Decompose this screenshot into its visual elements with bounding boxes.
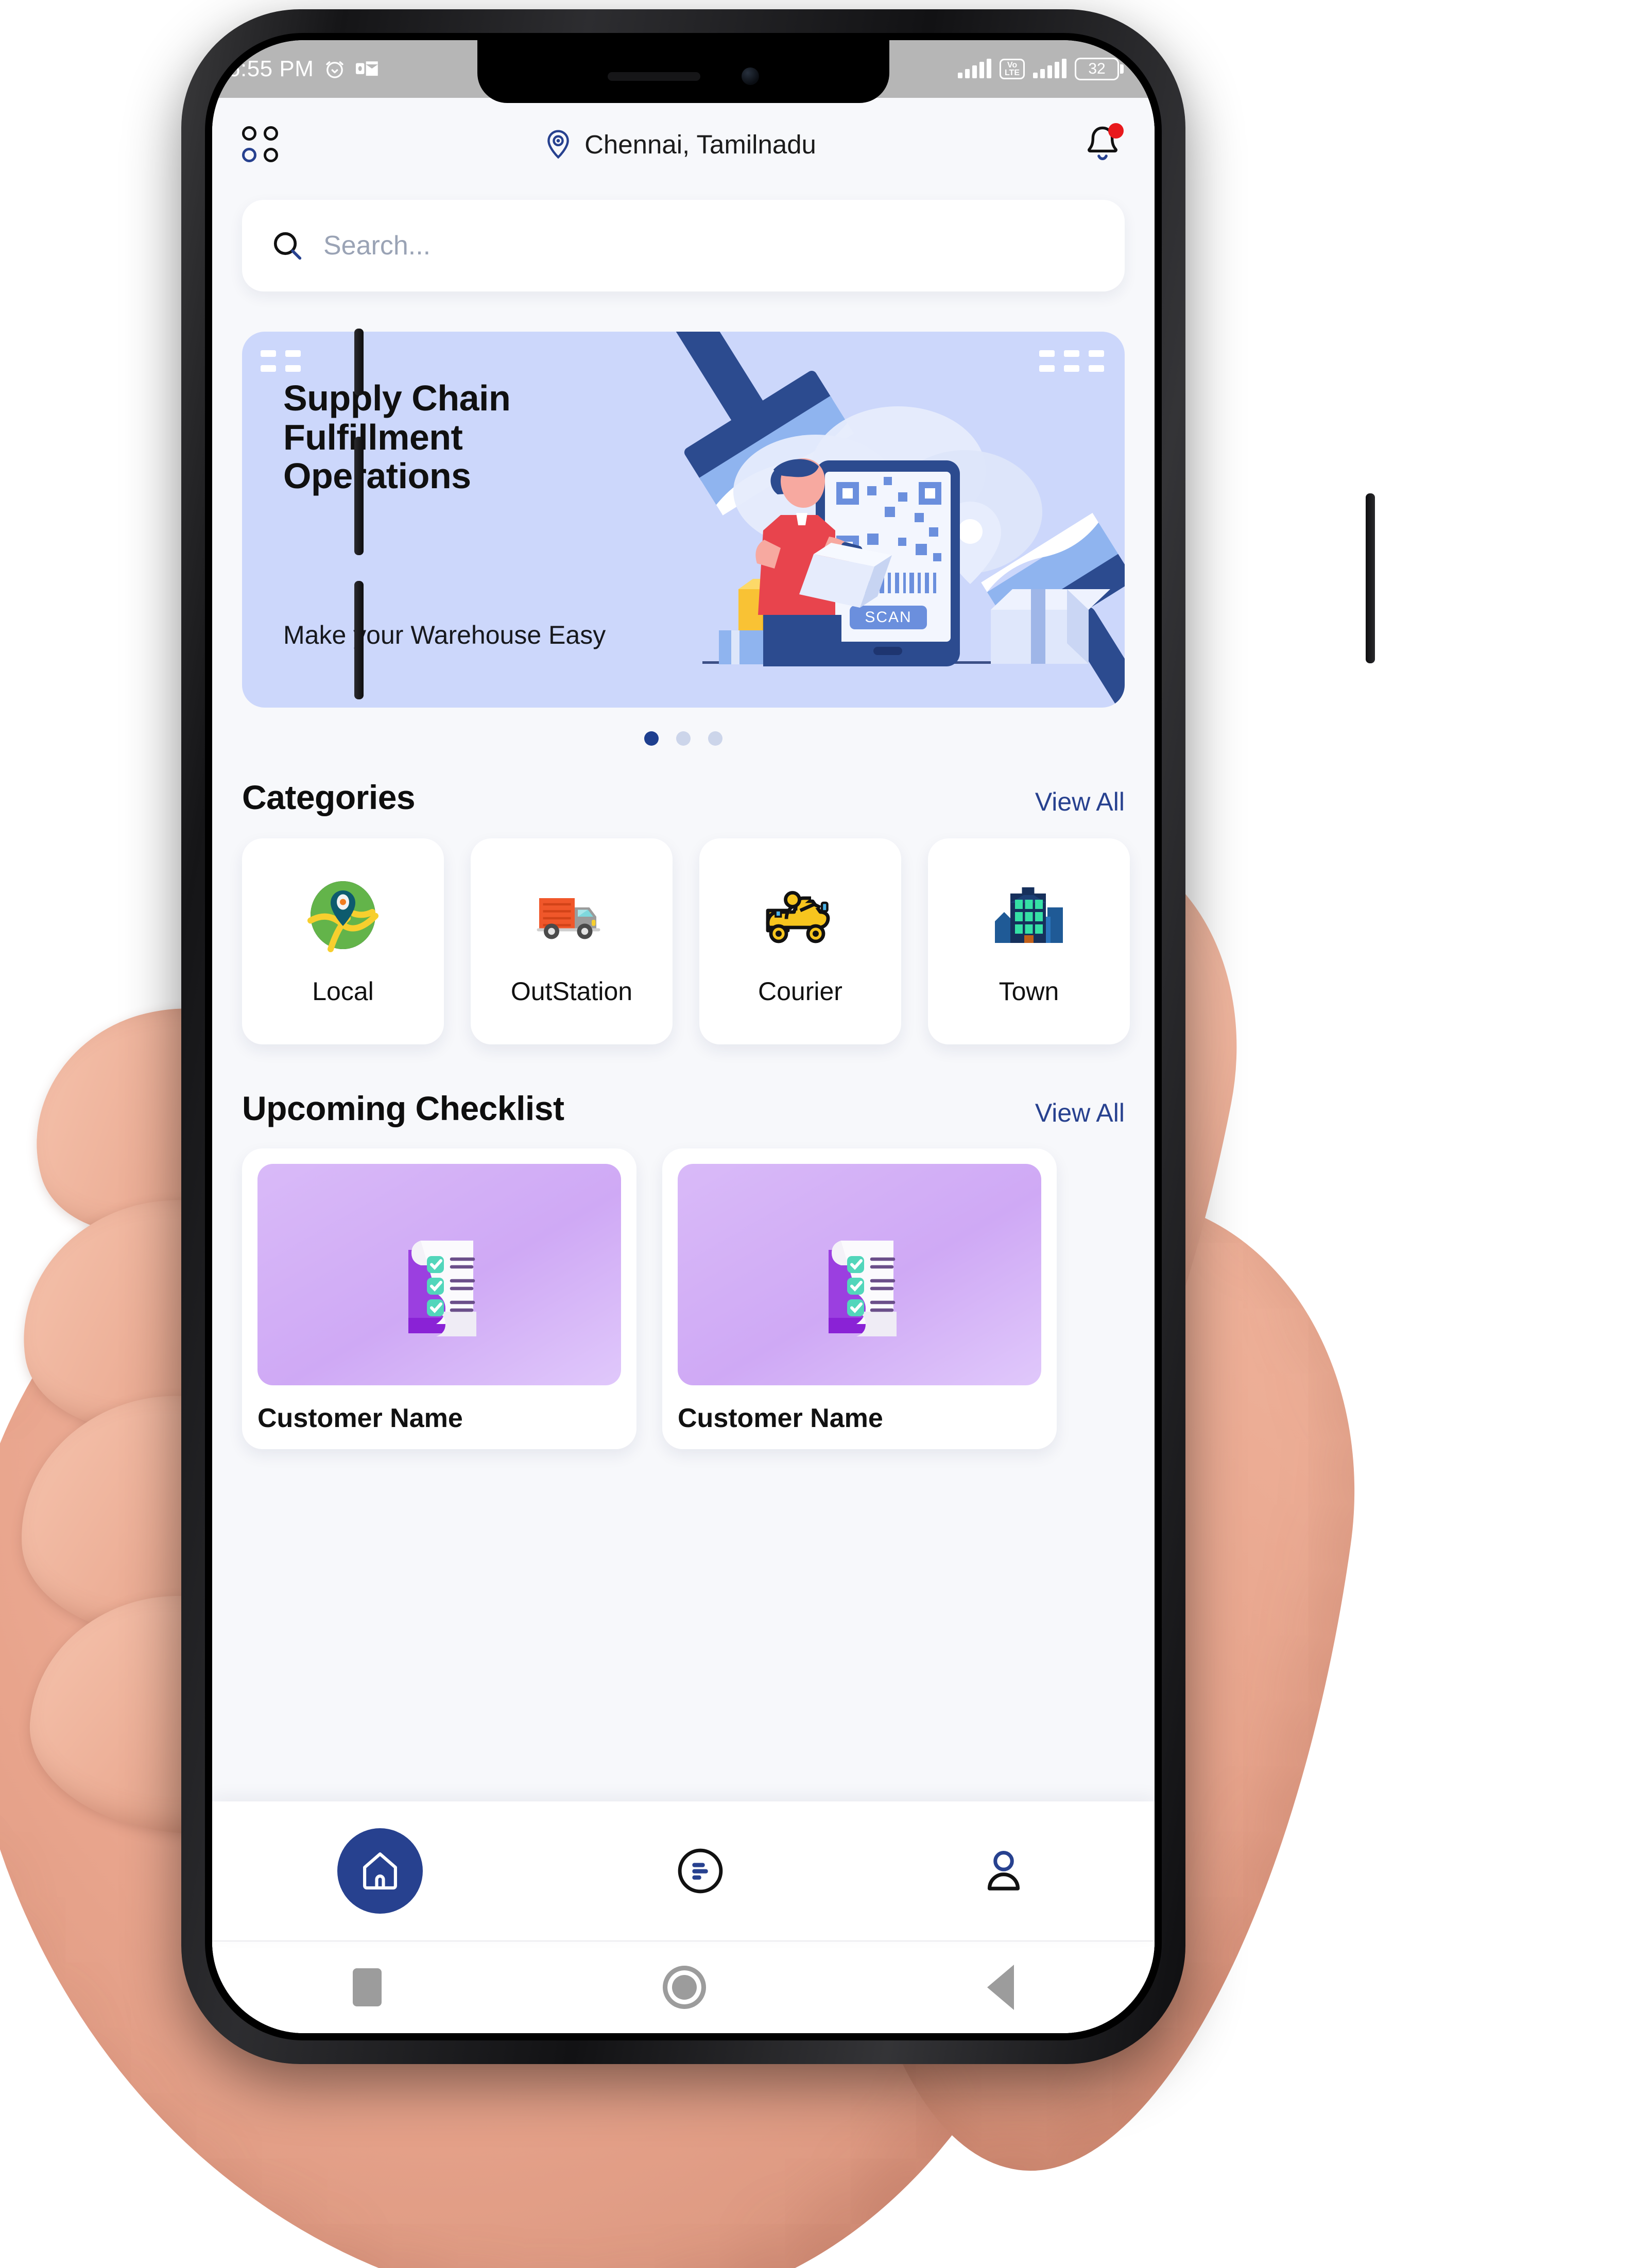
front-camera xyxy=(742,67,759,85)
search-icon xyxy=(273,232,302,260)
search-bar[interactable]: Search... xyxy=(242,200,1125,291)
phone-screen: 6:55 PM Vo LTE 32 Chennai, Tamilnadu Sea… xyxy=(212,40,1155,2033)
screenshot-stage: 6:55 PM Vo LTE 32 Chennai, Tamilnadu Sea… xyxy=(0,0,1652,2268)
location-pin-icon xyxy=(547,130,569,159)
checklist-thumbnail xyxy=(257,1164,621,1385)
carousel-pagination[interactable] xyxy=(212,731,1155,746)
categories-list[interactable]: Local OutStation Courier Town xyxy=(242,838,1155,1057)
city-buildings-icon xyxy=(995,887,1063,943)
carousel-dot-3[interactable] xyxy=(708,731,722,746)
checklist-clipboard-icon xyxy=(408,1241,476,1336)
location-selector[interactable]: Chennai, Tamilnadu xyxy=(542,128,816,160)
signal-bars-icon-1 xyxy=(957,59,991,78)
categories-section-header: Categories View All xyxy=(242,778,1125,817)
category-label: OutStation xyxy=(510,977,633,1006)
banner-title-line2: Fulfillment xyxy=(283,417,463,457)
checklist-thumbnail xyxy=(678,1164,1041,1385)
outlook-icon xyxy=(356,61,378,76)
scooter-courier-icon xyxy=(766,891,830,943)
earpiece-speaker xyxy=(608,72,700,81)
checklist-card[interactable]: Customer Name xyxy=(662,1148,1057,1449)
display-notch xyxy=(477,40,889,103)
categories-title: Categories xyxy=(242,778,416,816)
notification-bell-button[interactable] xyxy=(1080,122,1125,166)
category-label: Courier xyxy=(758,977,842,1006)
alarm-icon xyxy=(326,61,344,78)
banner-dots-decoration-left xyxy=(261,350,301,372)
checklist-title: Upcoming Checklist xyxy=(242,1089,564,1127)
android-system-navigation xyxy=(212,1940,1155,2033)
carousel-dot-2[interactable] xyxy=(676,731,691,746)
bottom-navigation-bar xyxy=(212,1801,1155,1940)
nav-item-profile[interactable] xyxy=(978,1845,1029,1897)
grid-menu-icon[interactable] xyxy=(242,126,278,162)
square-recents-icon[interactable] xyxy=(353,1968,382,2006)
signal-bars-icon-2 xyxy=(1033,59,1066,78)
delivery-truck-icon xyxy=(537,898,600,939)
app-content: Chennai, Tamilnadu Search... SCAN Supply… xyxy=(212,98,1155,2033)
checklist-clipboard-icon xyxy=(829,1241,897,1336)
map-location-icon xyxy=(307,881,378,952)
banner-title-block: Supply Chain Fulfillment Operations xyxy=(283,378,511,496)
category-card-courier[interactable]: Courier xyxy=(699,838,901,1044)
category-card-local[interactable]: Local xyxy=(242,838,444,1044)
banner-subtitle: Make your Warehouse Easy xyxy=(283,621,606,649)
scan-button-label: SCAN xyxy=(865,609,911,626)
warehouse-scan-illustration: SCAN xyxy=(670,332,1125,708)
home-icon xyxy=(363,1852,398,1890)
banner-title-line1: Supply Chain xyxy=(283,378,511,418)
category-card-outstation[interactable]: OutStation xyxy=(471,838,673,1044)
scroll-container[interactable]: Search... SCAN Supply Chain Fulfillment … xyxy=(212,191,1155,1801)
notification-badge-dot xyxy=(1108,123,1124,139)
volume-down-button[interactable] xyxy=(354,581,364,699)
checklist-customer-name: Customer Name xyxy=(257,1403,463,1433)
category-label: Town xyxy=(999,977,1059,1006)
category-card-town[interactable]: Town xyxy=(928,838,1130,1044)
location-label: Chennai, Tamilnadu xyxy=(584,129,816,159)
circle-home-icon[interactable] xyxy=(663,1966,706,2009)
checklist-card[interactable]: Customer Name xyxy=(242,1148,636,1449)
nav-item-orders[interactable] xyxy=(674,1844,727,1898)
status-time: 6:55 PM xyxy=(228,56,314,81)
app-header: Chennai, Tamilnadu xyxy=(212,98,1155,191)
category-label: Local xyxy=(312,977,374,1006)
mute-switch-button[interactable] xyxy=(354,329,364,396)
checklist-customer-name: Customer Name xyxy=(678,1403,883,1433)
checklist-list[interactable]: Customer Name Customer Name xyxy=(242,1148,1155,1449)
volume-up-button[interactable] xyxy=(354,437,364,555)
triangle-back-icon[interactable] xyxy=(987,1965,1014,2010)
categories-view-all-link[interactable]: View All xyxy=(1035,787,1125,817)
banner-title-line3: Operations xyxy=(283,456,471,496)
promo-banner-card[interactable]: SCAN Supply Chain Fulfillment Operations… xyxy=(242,332,1125,708)
checklist-view-all-link[interactable]: View All xyxy=(1035,1098,1125,1128)
orders-list-icon xyxy=(678,1848,723,1894)
carousel-dot-1[interactable] xyxy=(644,731,659,746)
volte-icon: Vo LTE xyxy=(999,58,1025,80)
battery-icon: 32 xyxy=(1075,58,1124,80)
search-input[interactable]: Search... xyxy=(323,230,431,261)
nav-item-home[interactable] xyxy=(337,1828,423,1914)
phone-device-frame: 6:55 PM Vo LTE 32 Chennai, Tamilnadu Sea… xyxy=(181,9,1375,2064)
checklist-section-header: Upcoming Checklist View All xyxy=(242,1089,1125,1128)
profile-person-icon xyxy=(987,1851,1020,1891)
power-button[interactable] xyxy=(1366,493,1375,663)
status-bar: 6:55 PM Vo LTE 32 xyxy=(212,40,1155,103)
